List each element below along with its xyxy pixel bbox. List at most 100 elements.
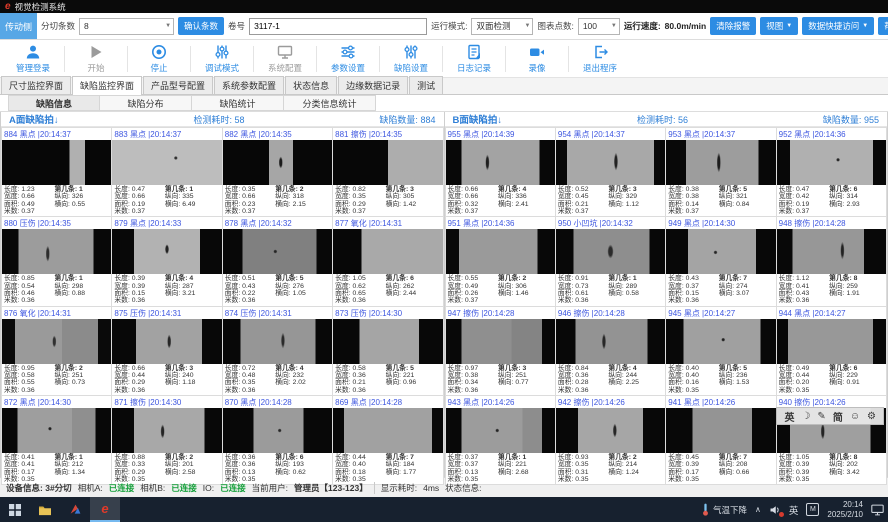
pen-icon[interactable]: ✎ [817,411,825,422]
defect-thumbnail-cell[interactable]: 952 黑点 |20:14:36 长度: 0.47 宽度: 0.42 面积: 0… [777,128,886,216]
defect-thumbnail-cell[interactable]: 883 黑点 |20:14:37 长度: 0.47 宽度: 0.66 面积: 0… [112,128,221,216]
defect-thumbnail-cell[interactable]: 955 黑点 |20:14:39 长度: 0.66 宽度: 0.66 面积: 0… [446,128,555,216]
defect-length: 长度: 0.84 [558,365,606,372]
defect-thumbnail-cell[interactable]: 874 压伤 |20:14:31 长度: 0.72 宽度: 0.48 面积: 0… [223,307,332,395]
defect-thumbnail-cell[interactable]: 946 擦伤 |20:14:28 长度: 0.84 宽度: 0.36 面积: 0… [556,307,665,395]
start-button[interactable] [0,497,30,522]
defect-thumbnail-cell[interactable]: 875 压伤 |20:14:31 长度: 0.66 宽度: 0.44 面积: 0… [112,307,221,395]
tray-overflow-button[interactable]: ∧ [755,505,761,514]
defect-thumbnail-cell[interactable]: 951 黑点 |20:14:36 长度: 0.55 宽度: 0.49 面积: 0… [446,217,555,305]
defect-metrics: 长度: 0.97 宽度: 0.38 面积: 0.34 米数: 0.36 第几条:… [446,364,555,395]
defect-length: 长度: 1.05 [335,275,383,282]
defect-thumbnail-cell[interactable]: 879 黑点 |20:14:33 长度: 0.39 宽度: 0.39 面积: 0… [112,217,221,305]
defect-thumbnail-cell[interactable]: 884 黑点 |20:14:37 长度: 1.23 宽度: 0.66 面积: 0… [2,128,111,216]
weather-tray-item[interactable]: 气温下降 [701,503,747,516]
app-logo-icon: e [5,2,11,12]
taskbar-app-inspection-system[interactable]: e [90,497,120,522]
defect-thumbnail-cell[interactable]: 869 黑点 |20:14:28 长度: 0.44 宽度: 0.40 面积: 0… [333,396,442,484]
main-tab-6[interactable]: 边缘数据记录 [338,76,408,94]
main-tab-4[interactable]: 系统参数配置 [214,76,284,94]
roll-number-input[interactable] [249,18,427,35]
defect-thumbnail-cell[interactable]: 877 氧化 |20:14:31 长度: 1.05 宽度: 0.62 面积: 0… [333,217,442,305]
defect-thumbnail-cell[interactable]: 948 擦伤 |20:14:28 长度: 1.12 宽度: 0.41 面积: 0… [777,217,886,305]
toolbar-button-stop[interactable]: 停止 [128,44,190,74]
sub-tab-1[interactable]: 缺陷信息 [8,95,100,111]
chart-points-select[interactable]: 100 ▼ [578,18,620,35]
toolbar-button-exit-program[interactable]: 退出程序 [569,44,631,74]
toolbar-button-param-settings[interactable]: 参数设置 [317,44,379,74]
defect-thumbnail-cell[interactable]: 876 氧化 |20:14:31 长度: 0.95 宽度: 0.58 面积: 0… [2,307,111,395]
defect-metrics: 长度: 0.35 宽度: 0.66 面积: 0.23 米数: 0.37 第几条:… [223,185,332,216]
ime-tray-icon[interactable]: M [806,503,819,516]
defect-image [666,319,775,364]
help-menu-button[interactable]: 帮助▼ [878,17,888,35]
toolbar-button-admin-login[interactable]: 管理登录 [2,44,64,74]
defect-thumbnail-cell[interactable]: 880 压伤 |20:14:35 长度: 0.85 宽度: 0.54 面积: 0… [2,217,111,305]
defect-thumbnail-cell[interactable]: 943 黑点 |20:14:26 长度: 0.37 宽度: 0.37 面积: 0… [446,396,555,484]
defect-thumbnail-cell[interactable]: 873 压伤 |20:14:30 长度: 0.58 宽度: 0.36 面积: 0… [333,307,442,395]
remote-monitor-tray-icon[interactable] [871,504,884,516]
camera-a-label: 相机A: [78,482,103,494]
ime-simplified-toggle[interactable]: 简 [833,409,843,424]
toolbar-button-video-record[interactable]: 录像 [506,44,568,74]
toolbar-button-start[interactable]: 开始 [65,44,127,74]
ime-english-toggle[interactable]: 英 [784,409,794,424]
defect-image [446,140,555,185]
defect-thumbnail-cell[interactable]: 881 擦伤 |20:14:35 长度: 0.82 宽度: 0.35 面积: 0… [333,128,442,216]
main-tab-7[interactable]: 测试 [409,76,443,94]
main-tab-1[interactable]: 尺寸监控界面 [1,76,71,94]
toolbar-button-log-record[interactable]: 日志记录 [443,44,505,74]
clear-alarm-button[interactable]: 清除报警 [710,17,756,35]
toolbar-button-debug-mode[interactable]: 调试模式 [191,44,253,74]
toolbar-button-label: 系统配置 [268,62,302,74]
volume-tray-icon[interactable] [769,504,781,516]
gear-icon[interactable]: ⚙ [867,411,876,422]
main-tab-2[interactable]: 缺陷监控界面 [72,76,142,95]
data-quick-access-button[interactable]: 数据快捷访问▼ [802,17,874,35]
action-toolbar: 管理登录开始停止调试模式系统配置 参数设置缺陷设置日志记录录像退出程序 [0,40,888,78]
defect-thumbnail-cell[interactable]: 944 黑点 |20:14:27 长度: 0.49 宽度: 0.44 面积: 0… [777,307,886,395]
defect-area: 面积: 0.23 [225,201,273,208]
defect-area: 面积: 0.19 [779,201,827,208]
sub-tab-3[interactable]: 缺陷统计 [192,95,284,111]
defect-image [112,140,221,185]
sub-tab-4[interactable]: 分类信息统计 [284,95,376,111]
defect-thumbnail-cell[interactable]: 878 黑点 |20:14:32 长度: 0.51 宽度: 0.43 面积: 0… [223,217,332,305]
toolbar-button-defect-settings[interactable]: 缺陷设置 [380,44,442,74]
defect-thumbnail-cell[interactable]: 954 黑点 |20:14:37 长度: 0.52 宽度: 0.45 面积: 0… [556,128,665,216]
panel-a-title: A面缺陷拍↓ [9,112,59,126]
defect-width: 宽度: 0.41 [779,283,827,290]
defect-thumbnail-cell[interactable]: 872 黑点 |20:14:30 长度: 0.41 宽度: 0.41 面积: 0… [2,396,111,484]
toolbar-button-system-config[interactable]: 系统配置 [254,44,316,74]
taskbar-app-secondary[interactable] [60,497,90,522]
defect-thumbnail-cell[interactable]: 882 黑点 |20:14:35 长度: 0.35 宽度: 0.66 面积: 0… [223,128,332,216]
taskbar-app-file-explorer[interactable] [30,497,60,522]
defect-thumbnail-cell[interactable]: 871 擦伤 |20:14:30 长度: 0.88 宽度: 0.33 面积: 0… [112,396,221,484]
view-menu-button[interactable]: 视图▼ [760,17,798,35]
split-count-select[interactable]: 8 ▼ [79,18,174,35]
defect-thumbnail-cell[interactable]: 945 黑点 |20:14:27 长度: 0.40 宽度: 0.40 面积: 0… [666,307,775,395]
language-indicator[interactable]: 英 [789,503,799,517]
main-tab-5[interactable]: 状态信息 [285,76,337,94]
emoji-icon[interactable]: ☺ [850,411,860,422]
defect-length: 长度: 0.85 [4,275,52,282]
sub-tab-2[interactable]: 缺陷分布 [100,95,192,111]
defect-thumbnail-cell[interactable]: 941 黑点 |20:14:26 长度: 0.45 宽度: 0.39 面积: 0… [666,396,775,484]
confirm-count-button[interactable]: 确认条数 [178,17,224,35]
defect-meters: 米数: 0.36 [225,297,273,304]
defect-thumbnail-cell[interactable]: 950 小凹坑 |20:14:32 长度: 0.91 宽度: 0.73 面积: … [556,217,665,305]
defect-image [777,140,886,185]
defect-horizontal-pos: 横向: 3.21 [165,290,220,297]
moon-icon[interactable]: ☽ [801,411,810,422]
defect-thumbnail-cell[interactable]: 947 擦伤 |20:14:28 长度: 0.97 宽度: 0.38 面积: 0… [446,307,555,395]
defect-thumbnail-cell[interactable]: 870 黑点 |20:14:28 长度: 0.36 宽度: 0.36 面积: 0… [223,396,332,484]
run-mode-select[interactable]: 双面检测 ▼ [471,18,533,35]
main-tab-3[interactable]: 产品型号配置 [143,76,213,94]
drive-side-button[interactable]: 传动侧 [0,13,37,40]
taskbar-clock[interactable]: 20:14 2025/2/10 [827,500,863,519]
defect-horizontal-pos: 横向: 1.05 [275,290,330,297]
defect-thumbnail-cell[interactable]: 953 黑点 |20:14:37 长度: 0.38 宽度: 0.38 面积: 0… [666,128,775,216]
defect-thumbnail-cell[interactable]: 942 擦伤 |20:14:26 长度: 0.93 宽度: 0.35 面积: 0… [556,396,665,484]
defect-image [112,319,221,364]
defect-thumbnail-cell[interactable]: 949 黑点 |20:14:30 长度: 0.43 宽度: 0.37 面积: 0… [666,217,775,305]
